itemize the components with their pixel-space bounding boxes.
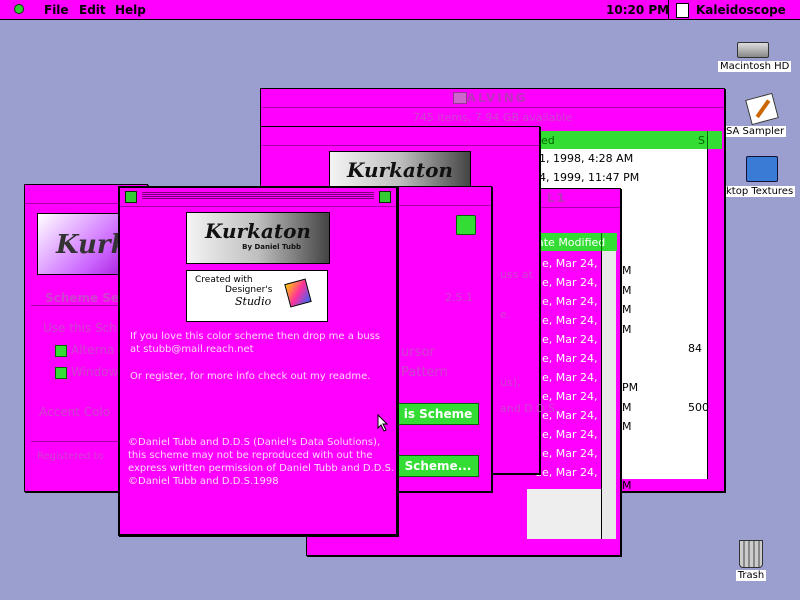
list-item[interactable]: ue, Mar 24, [535, 314, 597, 327]
desktop-icon-macintosh-hd[interactable]: Macintosh HD [718, 42, 792, 72]
edit-scheme-button[interactable]: Scheme... [397, 455, 479, 477]
list-item[interactable]: ue, Mar 24, [535, 371, 597, 384]
finder-column-size[interactable]: S [698, 134, 705, 147]
accent-color-label: Accent Colo [39, 405, 111, 419]
text-fragment: us), [500, 376, 521, 389]
window-label: Window [71, 365, 119, 379]
titlebar-stripes [142, 192, 374, 200]
menu-file[interactable]: File [44, 3, 69, 17]
finder-column-date[interactable]: ed [541, 134, 555, 147]
designers-studio-badge: Created with Designer's Studio [186, 270, 328, 322]
desktop-icon-desktop-textures[interactable]: ktop Textures [724, 156, 800, 197]
list-size-cell: 84 [688, 342, 702, 355]
tab-scheme-settings[interactable]: Scheme Se [45, 291, 119, 305]
list-scrollbar[interactable] [601, 251, 616, 539]
apple-menu-icon[interactable] [14, 4, 24, 14]
desktop-icon-label: Macintosh HD [718, 61, 792, 72]
trash-icon [739, 540, 763, 568]
list-time-cell: M [622, 420, 632, 433]
list-item[interactable]: ue, Mar 24, [535, 428, 597, 441]
scheme-window-back-titlebar[interactable] [261, 127, 539, 146]
menu-bar: File Edit Help 10:20 PM Kaleidoscope [0, 0, 800, 20]
folder-icon [746, 156, 778, 182]
desktop-icon-label: SA Sampler [724, 126, 787, 137]
alternate-label: Alterna [71, 343, 115, 357]
list-item[interactable]: ue, Mar 24, [535, 466, 597, 479]
list-item[interactable]: ue, Mar 24, [535, 333, 597, 346]
use-scheme-group-label: Use this Sch [43, 321, 117, 335]
text-fragment: e. [500, 308, 511, 321]
text-fragment: uss at [500, 268, 533, 281]
finder-info: 745 items, 7.94 GB available [412, 111, 573, 124]
window-checkbox[interactable] [55, 367, 67, 379]
alternate-checkbox[interactable] [55, 345, 67, 357]
version-label: 2.5.1 [445, 291, 473, 304]
list-item[interactable]: 4, 1999, 11:47 PM [539, 171, 639, 184]
text-fragment: and D.D.S. [500, 402, 559, 415]
zoom-box-icon[interactable] [379, 191, 391, 203]
list-item[interactable]: ue, Mar 24, [535, 295, 597, 308]
list-size-cell: 500 [688, 400, 709, 414]
logo-title: Kurkaton [205, 219, 311, 243]
list-window-title: L1 [547, 191, 567, 205]
document-pencil-icon [745, 92, 779, 126]
registered-label: Registered to [37, 451, 104, 462]
sort-order-icon[interactable] [707, 131, 722, 149]
list-item[interactable]: ue, Mar 24, [535, 352, 597, 365]
list-column-label: ate Modified [537, 236, 606, 249]
mouse-cursor-icon [377, 414, 389, 432]
list-time-cell: M [622, 400, 632, 414]
desktop-icon-label: Trash [735, 570, 767, 581]
pattern-label: Pattern [401, 365, 448, 380]
about-paragraph-1: If you love this color scheme then drop … [130, 331, 381, 355]
logo-byline: By Daniel Tubb [242, 243, 301, 251]
menu-edit[interactable]: Edit [79, 3, 106, 17]
cursor-label: ursor [401, 345, 435, 360]
menu-clock[interactable]: 10:20 PM [606, 3, 669, 17]
list-time-cell: M [622, 478, 632, 492]
desktop-icon-sa-sampler[interactable]: SA Sampler [724, 92, 800, 137]
menu-separator [668, 0, 669, 20]
list-time-cell: M [622, 303, 632, 316]
kurkaton-logo: Kurkaton By Daniel Tubb [186, 212, 330, 264]
copyright-text: ©Daniel Tubb and D.D.S (Daniel's Data So… [128, 437, 395, 487]
list-blank-area [527, 489, 601, 539]
list-time-cell: M [622, 322, 632, 336]
finder-titlebar[interactable]: TALVING [261, 89, 724, 108]
finder-scrollbar[interactable] [707, 149, 722, 479]
list-item[interactable]: ue, Mar 24, [535, 447, 597, 460]
sort-order-icon[interactable] [601, 233, 616, 251]
folder-icon [453, 92, 467, 104]
about-paragraph-2: Or register, for more info check out my … [130, 371, 371, 382]
application-menu-name[interactable]: Kaleidoscope [696, 3, 786, 17]
about-window[interactable]: Kurkaton By Daniel Tubb Created with Des… [118, 186, 398, 536]
list-time-cell: PM [622, 381, 639, 394]
desktop-icon-trash[interactable]: Trash [728, 540, 774, 581]
close-box-icon[interactable] [125, 191, 137, 203]
list-time-cell: M [622, 283, 632, 297]
list-item[interactable]: 1, 1998, 4:28 AM [539, 152, 633, 165]
list-item[interactable]: ue, Mar 24, [535, 257, 597, 270]
kurkaton-logo: Kurkaton [329, 151, 471, 189]
info-icon[interactable] [456, 215, 476, 235]
about-titlebar[interactable] [120, 188, 396, 207]
desktop-icon-label: ktop Textures [724, 186, 796, 197]
list-time-cell: M [622, 264, 632, 277]
finder-title: TALVING [457, 91, 528, 105]
finder-column-header [536, 131, 711, 149]
hard-drive-icon [737, 42, 769, 58]
list-item[interactable]: ue, Mar 24, [535, 276, 597, 289]
application-menu-icon[interactable] [676, 3, 689, 18]
use-this-scheme-button[interactable]: is Scheme [397, 403, 479, 425]
menu-help[interactable]: Help [115, 3, 146, 17]
